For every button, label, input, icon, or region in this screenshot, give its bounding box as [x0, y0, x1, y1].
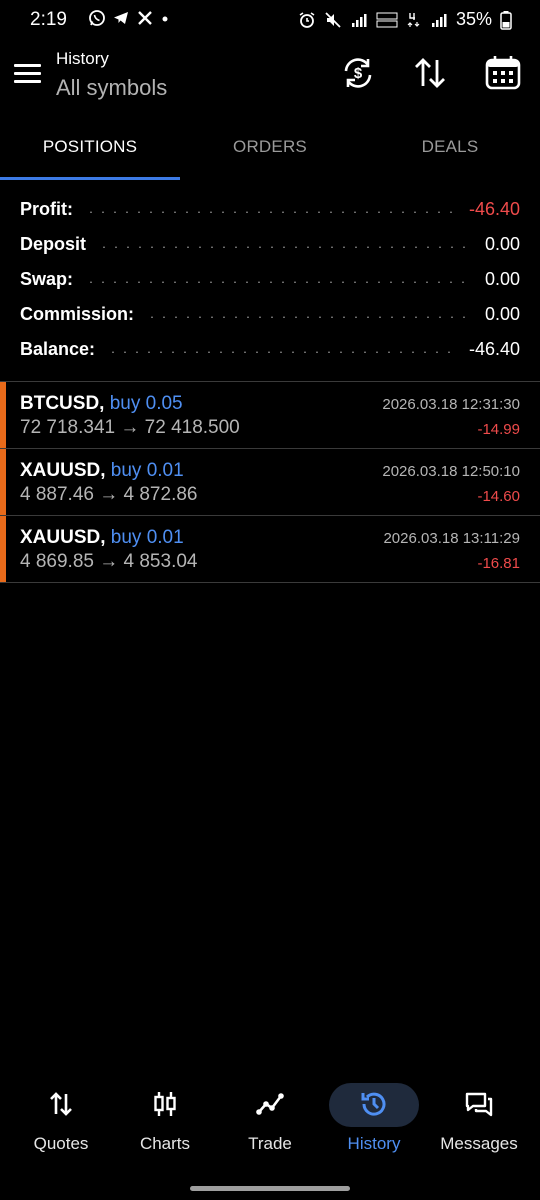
summary-value-balance: -46.40 [468, 339, 520, 359]
deal-profit: -16.81 [477, 555, 520, 572]
nav-messages[interactable]: Messages [427, 1075, 531, 1175]
summary-panel: Profit: -46.40 Deposit 0.00 Swap: 0.00 C… [0, 192, 540, 367]
dotted-leader [146, 315, 473, 318]
summary-row-profit: Profit: -46.40 [0, 192, 540, 227]
nav-quotes[interactable]: Quotes [9, 1075, 113, 1175]
list-item[interactable]: BTCUSD, buy 0.05 72 718.341 → 72 418.500… [0, 382, 540, 449]
list-item[interactable]: XAUUSD, buy 0.01 4 887.46 → 4 872.86 202… [0, 449, 540, 516]
deal-symbol-line: XAUUSD, buy 0.01 [20, 460, 184, 482]
nav-label: History [347, 1134, 401, 1153]
tab-deals[interactable]: DEALS [360, 125, 540, 181]
nav-trade[interactable]: Trade [218, 1075, 322, 1175]
active-tab-indicator [0, 177, 180, 180]
nav-history[interactable]: History [322, 1075, 426, 1175]
telegram-icon [114, 12, 128, 24]
x-icon [138, 11, 152, 25]
summary-value-swap: 0.00 [484, 269, 520, 289]
deal-symbol-line: BTCUSD, buy 0.05 [20, 393, 183, 415]
summary-label: Balance: [20, 339, 96, 359]
nav-label: Messages [440, 1134, 518, 1153]
candlestick-icon [154, 1092, 176, 1116]
summary-row-commission: Commission: 0.00 [0, 297, 540, 332]
system-status-icons: 35% [298, 9, 512, 30]
battery-percent: 35% [455, 9, 492, 29]
deal-symbol: XAUUSD, [20, 460, 106, 481]
messages-icon [465, 1092, 493, 1117]
whatsapp-icon [89, 10, 105, 26]
dotted-leader [98, 245, 473, 248]
app-header: History All symbols $ [0, 40, 540, 118]
summary-label: Commission: [20, 304, 135, 324]
dotted-leader [85, 210, 457, 213]
mute-icon [325, 11, 341, 28]
page-title: History [56, 49, 109, 68]
quotes-arrows-icon [50, 1092, 72, 1116]
list-item[interactable]: XAUUSD, buy 0.01 4 869.85 → 4 853.04 202… [0, 516, 540, 583]
home-indicator[interactable] [190, 1186, 350, 1191]
deal-symbol-line: XAUUSD, buy 0.01 [20, 527, 184, 549]
nav-label: Quotes [33, 1134, 89, 1153]
signal-icon-2 [431, 13, 447, 27]
alarm-icon [299, 11, 315, 28]
nav-charts[interactable]: Charts [113, 1075, 217, 1175]
deal-symbol: XAUUSD, [20, 527, 106, 548]
position-side-bar [0, 382, 6, 448]
deal-side: buy 0.01 [110, 460, 184, 481]
history-tabs: POSITIONS ORDERS DEALS [0, 125, 540, 181]
summary-row-swap: Swap: 0.00 [0, 262, 540, 297]
nav-label: Trade [248, 1134, 292, 1153]
symbol-filter[interactable]: All symbols [56, 75, 167, 101]
history-clock-icon [361, 1092, 386, 1116]
position-side-bar [0, 516, 6, 582]
deal-symbol: BTCUSD, [20, 393, 105, 414]
status-bar: 2:19 35% [0, 0, 540, 40]
notification-icons [88, 9, 170, 27]
tab-positions[interactable]: POSITIONS [0, 125, 180, 181]
deal-prices: 4 869.85 → 4 853.04 [20, 551, 198, 572]
deal-time: 2026.03.18 12:31:30 [382, 396, 520, 413]
trade-line-icon [256, 1093, 284, 1115]
deal-side: buy 0.01 [110, 527, 184, 548]
summary-label: Profit: [20, 199, 73, 219]
menu-icon[interactable] [14, 62, 42, 84]
dotted-leader [85, 280, 473, 283]
nav-label: Charts [139, 1134, 191, 1153]
summary-label: Deposit [20, 234, 87, 254]
position-side-bar [0, 449, 6, 515]
svg-text:$: $ [354, 65, 363, 82]
volte-icon [376, 12, 398, 27]
refresh-currency-icon[interactable]: $ [339, 54, 377, 92]
tab-orders[interactable]: ORDERS [180, 125, 360, 181]
battery-icon [500, 10, 512, 30]
summary-row-balance: Balance: -46.40 [0, 332, 540, 367]
calendar-icon[interactable] [484, 54, 522, 92]
deal-prices: 72 718.341 → 72 418.500 [20, 417, 240, 438]
deal-profit: -14.99 [477, 421, 520, 438]
sort-icon[interactable] [411, 54, 449, 92]
4g-icon [407, 12, 420, 27]
deal-time: 2026.03.18 13:11:29 [383, 530, 520, 547]
summary-value-deposit: 0.00 [484, 234, 520, 254]
summary-value-profit: -46.40 [468, 199, 520, 219]
deal-profit: -14.60 [477, 488, 520, 505]
summary-label: Swap: [20, 269, 74, 289]
dotted-leader [107, 350, 457, 353]
signal-icon [351, 13, 367, 27]
summary-value-commission: 0.00 [484, 304, 520, 324]
summary-row-deposit: Deposit 0.00 [0, 227, 540, 262]
deal-prices: 4 887.46 → 4 872.86 [20, 484, 198, 505]
status-time: 2:19 [30, 9, 67, 30]
dot-icon [162, 16, 168, 22]
positions-list: BTCUSD, buy 0.05 72 718.341 → 72 418.500… [0, 382, 540, 583]
bottom-navigation: Quotes Charts Trade History Messages [0, 1075, 540, 1175]
deal-side: buy 0.05 [109, 393, 183, 414]
deal-time: 2026.03.18 12:50:10 [382, 463, 520, 480]
